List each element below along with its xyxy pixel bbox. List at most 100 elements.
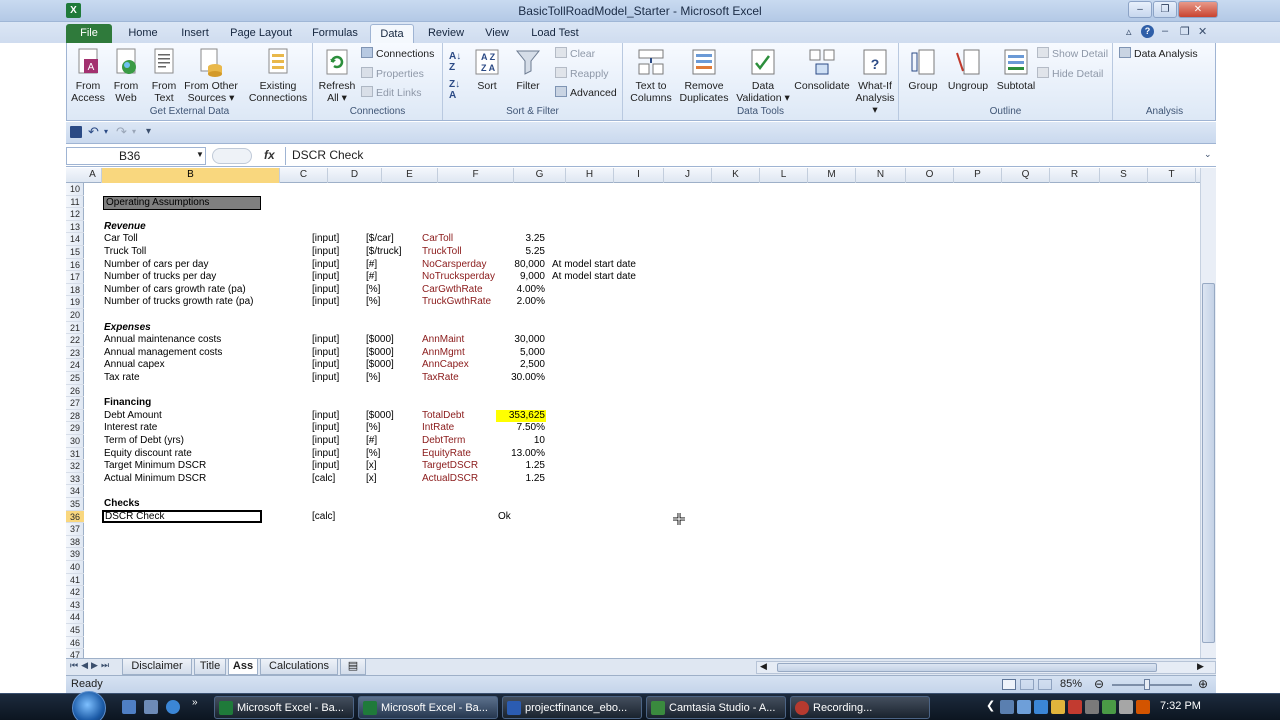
row-header-20[interactable]: 20 — [66, 309, 84, 322]
column-header-a[interactable]: A — [84, 168, 102, 183]
help-icon[interactable]: ? — [1141, 25, 1154, 38]
cell-label-row-32[interactable]: Target Minimum DSCR — [104, 460, 280, 472]
cell-label-row-17[interactable]: Number of trucks per day — [104, 271, 280, 283]
column-header-m[interactable]: M — [808, 168, 856, 183]
column-header-p[interactable]: P — [954, 168, 1002, 183]
cell-value-row-14[interactable]: 3.25 — [496, 233, 546, 245]
clear-button[interactable]: Clear — [555, 47, 595, 61]
cell-unit-row-18[interactable]: [%] — [366, 284, 420, 296]
cell-type-row-17[interactable]: [input] — [312, 271, 364, 283]
hide-detail-button[interactable]: Hide Detail — [1037, 67, 1103, 81]
cell-label-row-29[interactable]: Interest rate — [104, 422, 280, 434]
column-header-q[interactable]: Q — [1002, 168, 1050, 183]
tab-view[interactable]: View — [478, 24, 516, 43]
row-header-34[interactable]: 34 — [66, 485, 84, 498]
cell-unit-row-14[interactable]: [$/car] — [366, 233, 420, 245]
customize-toolbar-icon[interactable]: ▾ — [146, 126, 151, 137]
name-box-dropdown-icon[interactable]: ▼ — [196, 150, 204, 159]
sheet-tab-disclaimer[interactable]: Disclaimer — [122, 659, 192, 675]
horizontal-scrollbar[interactable]: ◀ ▶ — [756, 661, 1216, 674]
cell-unit-row-28[interactable]: [$000] — [366, 410, 420, 422]
row-header-18[interactable]: 18 — [66, 284, 84, 297]
cell-name-row-31[interactable]: EquityRate — [422, 448, 496, 460]
row-header-19[interactable]: 19 — [66, 296, 84, 309]
cell-type-row-24[interactable]: [input] — [312, 359, 364, 371]
cell-type-row-29[interactable]: [input] — [312, 422, 364, 434]
column-header-c[interactable]: C — [280, 168, 328, 183]
row-header-25[interactable]: 25 — [66, 372, 84, 385]
cell-type-row-25[interactable]: [input] — [312, 372, 364, 384]
column-header-e[interactable]: E — [382, 168, 438, 183]
cell-label-row-28[interactable]: Debt Amount — [104, 410, 280, 422]
row-header-35[interactable]: 35 — [66, 498, 84, 511]
tray-app-icon-2[interactable] — [1051, 700, 1065, 714]
row-header-31[interactable]: 31 — [66, 448, 84, 461]
cell-type-row-28[interactable]: [input] — [312, 410, 364, 422]
cell-value-row-18[interactable]: 4.00% — [496, 284, 546, 296]
column-header-b[interactable]: B — [102, 168, 280, 183]
zoom-slider[interactable] — [1112, 684, 1192, 686]
row-header-22[interactable]: 22 — [66, 334, 84, 347]
existing-connections-button[interactable]: Existing Connections — [247, 47, 309, 104]
row-header-23[interactable]: 23 — [66, 347, 84, 360]
row-header-47[interactable]: 47 — [66, 649, 84, 658]
sort-z-a-button[interactable]: Z↓ A — [449, 79, 460, 101]
cell-value-row-23[interactable]: 5,000 — [496, 347, 546, 359]
subtotal-button[interactable]: Subtotal — [993, 47, 1039, 92]
edit-links-button[interactable]: Edit Links — [361, 86, 422, 100]
row-header-38[interactable]: 38 — [66, 536, 84, 549]
from-other-sources-button[interactable]: From Other Sources ▾ — [183, 47, 239, 104]
cell-label-row-15[interactable]: Truck Toll — [104, 246, 280, 258]
cell-name-row-19[interactable]: TruckGwthRate — [422, 296, 496, 308]
cell-unit-row-23[interactable]: [$000] — [366, 347, 420, 359]
row-header-43[interactable]: 43 — [66, 599, 84, 612]
cell-label-row-25[interactable]: Tax rate — [104, 372, 280, 384]
row-header-30[interactable]: 30 — [66, 435, 84, 448]
cell-name-row-14[interactable]: CarToll — [422, 233, 496, 245]
sheet-nav-arrows-icon[interactable]: ⏮◀▶⏭ — [70, 660, 112, 671]
cell-value-row-24[interactable]: 2,500 — [496, 359, 546, 371]
switch-windows-icon[interactable] — [144, 700, 158, 714]
close-button[interactable]: ✕ — [1178, 1, 1218, 18]
cell-type-row-22[interactable]: [input] — [312, 334, 364, 346]
advanced-filter-button[interactable]: Advanced — [555, 86, 617, 100]
cell-name-row-25[interactable]: TaxRate — [422, 372, 496, 384]
zoom-in-icon[interactable]: ⊕ — [1198, 677, 1208, 691]
zoom-out-icon[interactable]: ⊖ — [1094, 677, 1104, 691]
row-header-27[interactable]: 27 — [66, 397, 84, 410]
ribbon-minimize-icon[interactable]: ▵ — [1126, 25, 1132, 38]
cell-unit-row-22[interactable]: [$000] — [366, 334, 420, 346]
row-header-46[interactable]: 46 — [66, 637, 84, 650]
section-revenue[interactable]: Revenue — [104, 221, 254, 233]
tray-volume-icon[interactable] — [1017, 700, 1031, 714]
name-box[interactable]: B36 — [66, 147, 206, 165]
column-header-o[interactable]: O — [906, 168, 954, 183]
row-header-21[interactable]: 21 — [66, 322, 84, 335]
taskbar-clock[interactable]: 7:32 PM — [1160, 700, 1201, 712]
cell-name-row-24[interactable]: AnnCapex — [422, 359, 496, 371]
restore-button[interactable]: ❐ — [1153, 1, 1177, 18]
cell-name-row-32[interactable]: TargetDSCR — [422, 460, 496, 472]
normal-view-icon[interactable] — [1002, 679, 1016, 690]
connections-button[interactable]: Connections — [361, 47, 434, 61]
cell-value-row-30[interactable]: 10 — [496, 435, 546, 447]
sort-button[interactable]: A ZZ A Sort — [471, 47, 503, 92]
from-web-button[interactable]: From Web — [109, 47, 143, 104]
cell-unit-row-15[interactable]: [$/truck] — [366, 246, 420, 258]
cell-name-row-15[interactable]: TruckToll — [422, 246, 496, 258]
column-header-s[interactable]: S — [1100, 168, 1148, 183]
sheet-tab-ass[interactable]: Ass — [228, 659, 258, 675]
section-operating-assumptions[interactable]: Operating Assumptions — [103, 195, 261, 210]
cell-label-row-24[interactable]: Annual capex — [104, 359, 280, 371]
text-to-columns-button[interactable]: Text to Columns — [629, 47, 673, 104]
tab-data[interactable]: Data — [370, 24, 414, 43]
undo-icon[interactable]: ↶ — [88, 124, 99, 140]
cell-value-row-22[interactable]: 30,000 — [496, 334, 546, 346]
cell-type-row-33[interactable]: [calc] — [312, 473, 364, 485]
cell-value-row-28[interactable]: 353,625 — [496, 409, 546, 422]
scroll-left-icon[interactable]: ◀ — [760, 661, 767, 672]
row-header-45[interactable]: 45 — [66, 624, 84, 637]
row-header-11[interactable]: 11 — [66, 196, 84, 209]
from-access-button[interactable]: A From Access — [71, 47, 105, 104]
formula-bar-splitter[interactable] — [212, 148, 252, 164]
